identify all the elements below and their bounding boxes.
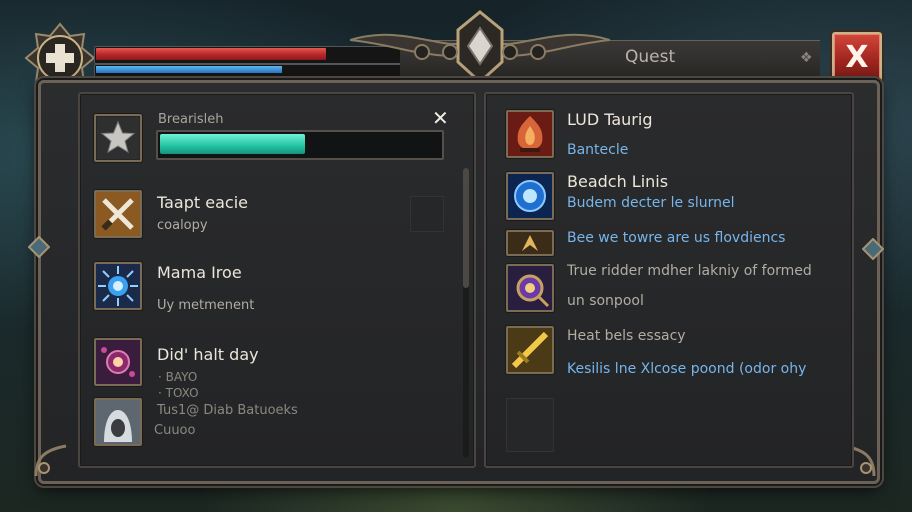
blue-orb-icon[interactable] xyxy=(506,172,554,220)
entry-text: True ridder mdher lakniy of formed xyxy=(567,263,812,279)
crossed-swords-icon[interactable] xyxy=(94,190,142,238)
item-subtitle: Cuuoo xyxy=(154,423,196,438)
ornament-icon: ❖ xyxy=(800,50,813,66)
frame-gem-icon xyxy=(861,237,885,261)
emblem-icon[interactable] xyxy=(506,230,554,256)
close-button[interactable]: X xyxy=(832,32,882,82)
entry-text-secondary: Kesilis lne Xlcose poond (odor ohy xyxy=(567,361,807,377)
item-title: Mama Iroe xyxy=(157,263,242,282)
empty-slot xyxy=(410,196,444,232)
item-subtitle: coalopy xyxy=(157,218,208,233)
frame-gem-icon xyxy=(27,235,51,259)
entry-title: Beadch Linis xyxy=(567,172,669,191)
item-title: Did' halt day xyxy=(157,345,259,364)
amulet-icon[interactable] xyxy=(506,264,554,312)
entry-text: Bee we towre are us flovdiencs xyxy=(567,230,786,246)
item-detail: · BAYO xyxy=(158,370,198,384)
hooded-figure-icon[interactable] xyxy=(94,398,142,446)
empty-slot xyxy=(506,398,554,452)
magic-orb-icon[interactable] xyxy=(94,338,142,386)
item-subtitle: Uy metmenent xyxy=(157,298,255,313)
frame-corner-ornament-icon xyxy=(34,444,68,478)
arcane-burst-icon[interactable] xyxy=(94,262,142,310)
entry-text: Budem decter le slurnel xyxy=(567,195,735,211)
mana-bar-fill xyxy=(96,66,282,73)
dismiss-icon[interactable]: ✕ xyxy=(432,106,449,130)
entry-text: Bantecle xyxy=(567,142,629,158)
item-detail: · TOXO xyxy=(158,386,199,400)
crest-ornament xyxy=(349,10,611,85)
entry-text: Heat bels essacy xyxy=(567,328,686,344)
item-title: Tus1@ Diab Batuoeks xyxy=(157,403,298,418)
scrollbar-thumb[interactable] xyxy=(463,168,469,288)
health-bar-fill xyxy=(96,48,326,60)
progress-label: Brearisleh xyxy=(158,112,224,127)
window-title: Quest xyxy=(625,47,676,67)
close-icon: X xyxy=(845,39,869,75)
fire-creature-icon[interactable] xyxy=(506,110,554,158)
entry-text-secondary: un sonpool xyxy=(567,293,644,309)
item-title: Taapt eacie xyxy=(157,193,248,212)
rank-star-icon xyxy=(94,114,142,162)
progress-bar-fill xyxy=(160,134,305,154)
entry-title: LUD Taurig xyxy=(567,110,653,129)
golden-sword-icon[interactable] xyxy=(506,326,554,374)
